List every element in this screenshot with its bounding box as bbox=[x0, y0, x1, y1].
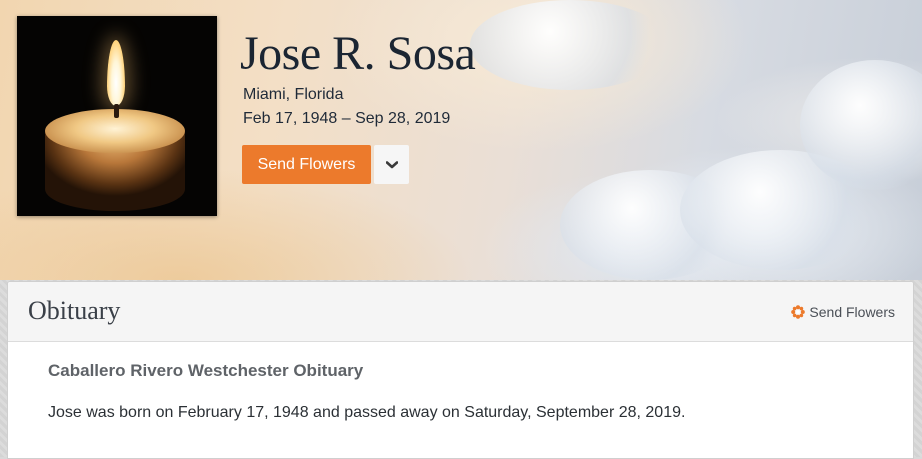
send-flowers-link[interactable]: Send Flowers bbox=[791, 304, 895, 320]
flame-icon bbox=[107, 40, 125, 106]
obituary-card-header: Obituary Send Flowers bbox=[8, 282, 913, 342]
flower-icon bbox=[791, 305, 806, 319]
send-flowers-button[interactable]: Send Flowers bbox=[242, 145, 371, 184]
obituary-subheading: Caballero Rivero Westchester Obituary bbox=[48, 361, 364, 380]
deceased-name: Jose R. Sosa bbox=[240, 27, 476, 80]
wick bbox=[114, 104, 119, 118]
cloud-shape bbox=[470, 0, 670, 90]
more-options-dropdown[interactable] bbox=[374, 145, 409, 184]
chevron-down-icon bbox=[385, 160, 398, 168]
obituary-text: Jose was born on February 17, 1948 and p… bbox=[48, 404, 686, 421]
life-dates: Feb 17, 1948 – Sep 28, 2019 bbox=[243, 110, 451, 127]
obituary-heading: Obituary bbox=[28, 296, 121, 325]
memorial-photo bbox=[17, 16, 217, 216]
location-text: Miami, Florida bbox=[243, 86, 344, 103]
obituary-card: Obituary Send Flowers Caballero Rivero W… bbox=[7, 281, 914, 459]
send-flowers-link-label: Send Flowers bbox=[809, 304, 895, 320]
